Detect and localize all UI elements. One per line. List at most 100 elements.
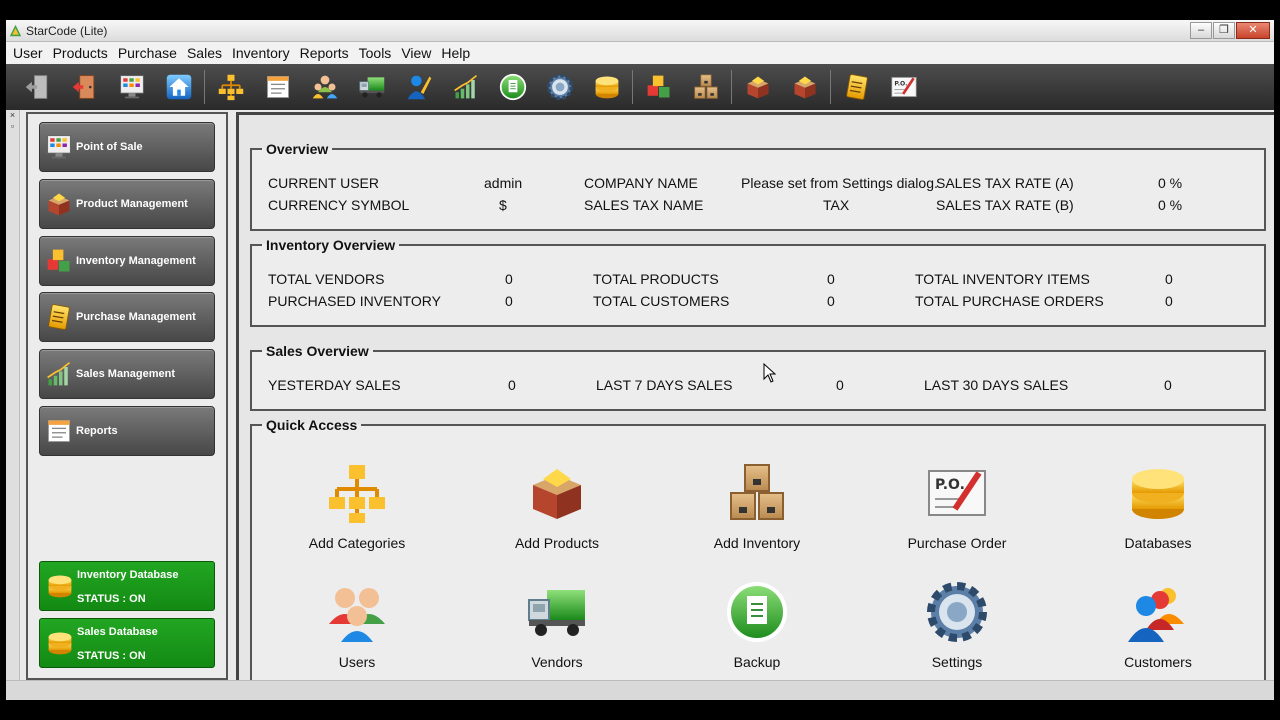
tax-rate-a-value: 0 %: [1158, 175, 1183, 191]
menu-user[interactable]: User: [8, 42, 48, 64]
quick-access-label: Customers: [1124, 654, 1192, 670]
last-7-days-sales-value: 0: [836, 377, 844, 393]
sales-database-status[interactable]: Sales Database STATUS : ON: [39, 618, 215, 668]
quick-add-products[interactable]: Add Products: [487, 461, 627, 551]
dashboard-panel: Overview CURRENT USER admin COMPANY NAME…: [236, 112, 1274, 691]
yesterday-sales-label: YESTERDAY SALES: [268, 377, 401, 393]
maximize-button[interactable]: ❐: [1213, 22, 1235, 39]
database-name: Sales Database: [77, 626, 158, 638]
nav-label: Sales Management: [76, 368, 176, 380]
toolbar-reports-button[interactable]: [254, 67, 301, 107]
menu-purchase[interactable]: Purchase: [113, 42, 182, 64]
toolbar-sales-button[interactable]: [442, 67, 489, 107]
menu-reports[interactable]: Reports: [295, 42, 354, 64]
add-inventory-icon: [724, 461, 790, 525]
toolbar-backup-button[interactable]: [489, 67, 536, 107]
quick-users[interactable]: Users: [287, 580, 427, 670]
quick-access-label: Purchase Order: [907, 535, 1007, 551]
quick-databases[interactable]: Databases: [1088, 461, 1228, 551]
quick-customers[interactable]: Customers: [1088, 580, 1228, 670]
quick-settings[interactable]: Settings: [887, 580, 1027, 670]
toolbar-separator: [731, 70, 732, 104]
vendors-icon: [524, 580, 590, 644]
pos-icon: [118, 73, 146, 101]
purchased-inventory-label: PURCHASED INVENTORY: [268, 293, 441, 309]
sales-tax-name-label: SALES TAX NAME: [584, 197, 704, 213]
close-icon: ✕: [1248, 24, 1258, 36]
databases-icon: [593, 73, 621, 101]
inventory-icon: [45, 247, 73, 275]
panel-close-icon[interactable]: ×: [6, 110, 19, 121]
toolbar-home-button[interactable]: [155, 67, 202, 107]
quick-add-categories[interactable]: Add Categories: [287, 461, 427, 551]
currency-symbol-value: $: [499, 197, 507, 213]
total-products-value: 0: [827, 271, 835, 287]
mouse-cursor-icon: [763, 363, 777, 383]
database-status: STATUS : ON: [77, 650, 146, 662]
quick-purchase-order[interactable]: Purchase Order: [887, 461, 1027, 551]
purchase-order-icon: [890, 73, 918, 101]
side-panel: Point of Sale Product Management Invento…: [26, 112, 228, 680]
total-customers-label: TOTAL CUSTOMERS: [593, 293, 730, 309]
toolbar-exit-button[interactable]: [61, 67, 108, 107]
logout-icon: [24, 73, 52, 101]
nav-inventory-management[interactable]: Inventory Management: [39, 236, 215, 286]
nav-reports[interactable]: Reports: [39, 406, 215, 456]
menu-inventory[interactable]: Inventory: [227, 42, 295, 64]
toolbar-customers-button[interactable]: [395, 67, 442, 107]
toolbar-settings-button[interactable]: [536, 67, 583, 107]
settings-icon: [924, 580, 990, 644]
quick-access-label: Databases: [1124, 535, 1192, 551]
current-user-label: CURRENT USER: [268, 175, 379, 191]
title-bar: StarCode (Lite) – ❐ ✕: [6, 20, 1274, 42]
toolbar-users-button[interactable]: [301, 67, 348, 107]
toolbar-add-inventory-button[interactable]: [682, 67, 729, 107]
toolbar-add-products-button[interactable]: [781, 67, 828, 107]
toolbar: [6, 64, 1274, 110]
company-name-label: COMPANY NAME: [584, 175, 698, 191]
quick-add-inventory[interactable]: Add Inventory: [687, 461, 827, 551]
minimize-button[interactable]: –: [1190, 22, 1212, 39]
toolbar-vendors-button[interactable]: [348, 67, 395, 107]
last-30-days-sales-value: 0: [1164, 377, 1172, 393]
settings-icon: [546, 73, 574, 101]
nav-product-management[interactable]: Product Management: [39, 179, 215, 229]
purchase-order-icon: [924, 461, 990, 525]
inventory-overview-group: Inventory Overview: [250, 237, 1266, 327]
quick-backup[interactable]: Backup: [687, 580, 827, 670]
menu-products[interactable]: Products: [48, 42, 113, 64]
total-inventory-items-value: 0: [1165, 271, 1173, 287]
nav-point-of-sale[interactable]: Point of Sale: [39, 122, 215, 172]
toolbar-separator: [632, 70, 633, 104]
products-icon: [744, 73, 772, 101]
menu-help[interactable]: Help: [436, 42, 475, 64]
toolbar-databases-button[interactable]: [583, 67, 630, 107]
status-bar: [6, 680, 1274, 700]
menu-view[interactable]: View: [396, 42, 436, 64]
total-inventory-items-label: TOTAL INVENTORY ITEMS: [915, 271, 1090, 287]
toolbar-categories-button[interactable]: [207, 67, 254, 107]
toolbar-pos-button[interactable]: [108, 67, 155, 107]
toolbar-purchase-order-button[interactable]: [880, 67, 927, 107]
nav-purchase-management[interactable]: Purchase Management: [39, 292, 215, 342]
toolbar-products-button[interactable]: [734, 67, 781, 107]
database-name: Inventory Database: [77, 569, 179, 581]
nav-label: Reports: [76, 425, 118, 437]
quick-access-label: Add Categories: [308, 535, 406, 551]
total-vendors-value: 0: [505, 271, 513, 287]
inventory-database-status[interactable]: Inventory Database STATUS : ON: [39, 561, 215, 611]
menu-sales[interactable]: Sales: [182, 42, 227, 64]
total-purchase-orders-label: TOTAL PURCHASE ORDERS: [915, 293, 1104, 309]
toolbar-logout-button[interactable]: [14, 67, 61, 107]
panel-pin-icon[interactable]: ▫: [6, 121, 19, 132]
menu-tools[interactable]: Tools: [354, 42, 397, 64]
users-icon: [311, 73, 339, 101]
categories-icon: [217, 73, 245, 101]
toolbar-purchase-button[interactable]: [833, 67, 880, 107]
toolbar-inventory-button[interactable]: [635, 67, 682, 107]
quick-vendors[interactable]: Vendors: [487, 580, 627, 670]
tax-rate-b-value: 0 %: [1158, 197, 1183, 213]
quick-access-title: Quick Access: [266, 417, 358, 433]
nav-sales-management[interactable]: Sales Management: [39, 349, 215, 399]
close-button[interactable]: ✕: [1236, 22, 1270, 39]
